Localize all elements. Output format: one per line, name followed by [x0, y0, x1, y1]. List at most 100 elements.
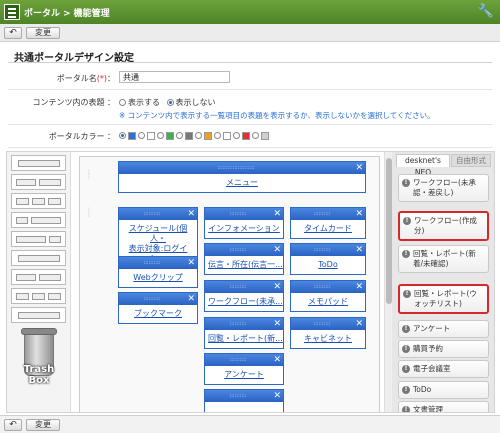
close-icon[interactable]: ✕: [355, 162, 363, 174]
close-icon[interactable]: ✕: [355, 318, 363, 330]
layout-option-2[interactable]: [11, 174, 66, 190]
widget-workflow-link[interactable]: ワークフロー(未承...: [205, 293, 283, 311]
widget-questionnaire[interactable]: :::::::::: ✕ アンケート: [204, 353, 284, 385]
wrench-icon[interactable]: 🔧: [478, 4, 494, 19]
widget-schedule-line1[interactable]: スケジュール(個人・: [129, 224, 188, 243]
widget-webclip-link[interactable]: Webクリップ: [119, 269, 197, 287]
palette-item[interactable]: ! 文書管理: [398, 401, 489, 412]
color-swatch[interactable]: [185, 132, 193, 140]
back-button[interactable]: ↶: [4, 419, 22, 431]
breadcrumb-portal[interactable]: ポータル: [24, 9, 60, 19]
palette-item[interactable]: ! アンケート: [398, 320, 489, 338]
layout-option-7[interactable]: [11, 269, 66, 285]
color-radio[interactable]: [157, 132, 164, 139]
change-button[interactable]: 変更: [26, 419, 60, 431]
back-button[interactable]: ↶: [4, 27, 22, 39]
palette-item[interactable]: ! ワークフロー(作成分): [398, 211, 489, 241]
tab-desknets-neo[interactable]: desknet's NEO: [396, 154, 450, 177]
change-button[interactable]: 変更: [26, 27, 60, 39]
widget-header[interactable]: :::::::::: ✕: [205, 354, 283, 366]
close-icon[interactable]: ✕: [355, 244, 363, 256]
palette-item[interactable]: ! 電子会議室: [398, 360, 489, 378]
palette-item[interactable]: ! 回覧・レポート(新着/未確認): [398, 245, 489, 273]
widget-header[interactable]: :::::::::: ✕: [205, 390, 283, 402]
canvas-scrollbar[interactable]: [384, 152, 392, 412]
color-swatch[interactable]: [147, 132, 155, 140]
widget-menu[interactable]: :::::::::::::::::::::: ✕ メニュー: [118, 161, 366, 193]
widget-bookmark[interactable]: :::::::::: ✕ ブックマーク: [118, 292, 198, 324]
widget-header[interactable]: :::::::::: ✕: [291, 281, 365, 293]
widget-header[interactable]: :::::::::::::::::::::: ✕: [119, 162, 365, 174]
widget-memopad[interactable]: :::::::::: ✕ メモパッド: [290, 280, 366, 312]
widget-dengon-link[interactable]: 伝言・所在(伝言一...: [205, 256, 283, 274]
close-icon[interactable]: ✕: [273, 354, 281, 366]
color-radio[interactable]: [176, 132, 183, 139]
close-icon[interactable]: ✕: [355, 208, 363, 220]
widget-header[interactable]: :::::::::: ✕: [205, 281, 283, 293]
widget-header[interactable]: :::::::::: ✕: [291, 208, 365, 220]
widget-header[interactable]: :::::::::: ✕: [205, 244, 283, 256]
widget-todo-link[interactable]: ToDo: [291, 256, 365, 274]
color-swatch[interactable]: [166, 132, 174, 140]
widget-todo[interactable]: :::::::::: ✕ ToDo: [290, 243, 366, 275]
tab-free-format[interactable]: 自由形式: [451, 154, 491, 167]
close-icon[interactable]: ✕: [187, 293, 195, 305]
widget-information-link[interactable]: インフォメーション: [205, 220, 283, 238]
widget-header[interactable]: :::::::::: ✕: [119, 208, 197, 220]
widget-workflow[interactable]: :::::::::: ✕ ワークフロー(未承...: [204, 280, 284, 312]
layout-option-1[interactable]: [11, 155, 66, 171]
widget-memopad-link[interactable]: メモパッド: [291, 293, 365, 311]
layout-option-3[interactable]: [11, 193, 66, 209]
widget-bookmark-link[interactable]: ブックマーク: [119, 305, 197, 323]
widget-kairan[interactable]: :::::::::: ✕ 回覧・レポート(新...: [204, 317, 284, 349]
widget-menu-link[interactable]: メニュー: [119, 174, 365, 192]
color-swatch[interactable]: [261, 132, 269, 140]
widget-questionnaire-link[interactable]: アンケート: [205, 366, 283, 384]
widget-header[interactable]: :::::::::: ✕: [119, 293, 197, 305]
layout-option-9[interactable]: [11, 307, 66, 323]
color-swatch[interactable]: [242, 132, 250, 140]
palette-item[interactable]: ! ワークフロー(未承認・差戻し): [398, 174, 489, 202]
widget-webclip[interactable]: :::::::::: ✕ Webクリップ: [118, 256, 198, 288]
widget-cabinet[interactable]: :::::::::: ✕ キャビネット: [290, 317, 366, 349]
color-swatch[interactable]: [223, 132, 231, 140]
color-radio[interactable]: [252, 132, 259, 139]
hide-radio-label[interactable]: 表示しない: [176, 98, 216, 107]
close-icon[interactable]: ✕: [187, 257, 195, 269]
close-icon[interactable]: ✕: [273, 281, 281, 293]
widget-header[interactable]: :::::::::: ✕: [205, 318, 283, 330]
show-radio-label[interactable]: 表示する: [128, 98, 160, 107]
drag-handle-icon[interactable]: ⋮ ⋮: [86, 170, 92, 180]
palette-item[interactable]: ! 回覧・レポート(ウォッチリスト): [398, 284, 489, 314]
widget-timecard-link[interactable]: タイムカード: [291, 220, 365, 238]
close-icon[interactable]: ✕: [355, 281, 363, 293]
close-icon[interactable]: ✕: [273, 390, 281, 402]
widget-information[interactable]: :::::::::: ✕ インフォメーション: [204, 207, 284, 239]
close-icon[interactable]: ✕: [187, 208, 195, 220]
widget-cabinet-link[interactable]: キャビネット: [291, 330, 365, 348]
color-radio[interactable]: [214, 132, 221, 139]
close-icon[interactable]: ✕: [273, 208, 281, 220]
widget-kairan-link[interactable]: 回覧・レポート(新...: [205, 330, 283, 348]
palette-item[interactable]: ! 購買予約: [398, 340, 489, 358]
widget-header[interactable]: :::::::::: ✕: [291, 244, 365, 256]
color-swatch[interactable]: [204, 132, 212, 140]
palette-item[interactable]: ! ToDo: [398, 381, 489, 399]
show-radio[interactable]: [119, 99, 126, 106]
color-radio[interactable]: [195, 132, 202, 139]
layout-option-4[interactable]: [11, 212, 66, 228]
trash-box[interactable]: Trash Box: [15, 328, 63, 390]
color-radio[interactable]: [233, 132, 240, 139]
widget-header[interactable]: :::::::::: ✕: [291, 318, 365, 330]
layout-option-8[interactable]: [11, 288, 66, 304]
color-radio[interactable]: [119, 132, 126, 139]
widget-header[interactable]: :::::::::: ✕: [205, 208, 283, 220]
widget-partial[interactable]: :::::::::: ✕: [204, 389, 284, 412]
layout-option-5[interactable]: [11, 231, 66, 247]
hide-radio[interactable]: [166, 99, 174, 106]
drag-handle-icon[interactable]: ⋮ ⋮: [86, 208, 92, 218]
widget-timecard[interactable]: :::::::::: ✕ タイムカード: [290, 207, 366, 239]
close-icon[interactable]: ✕: [273, 318, 281, 330]
widget-header[interactable]: :::::::::: ✕: [119, 257, 197, 269]
portal-name-input[interactable]: [119, 71, 230, 83]
